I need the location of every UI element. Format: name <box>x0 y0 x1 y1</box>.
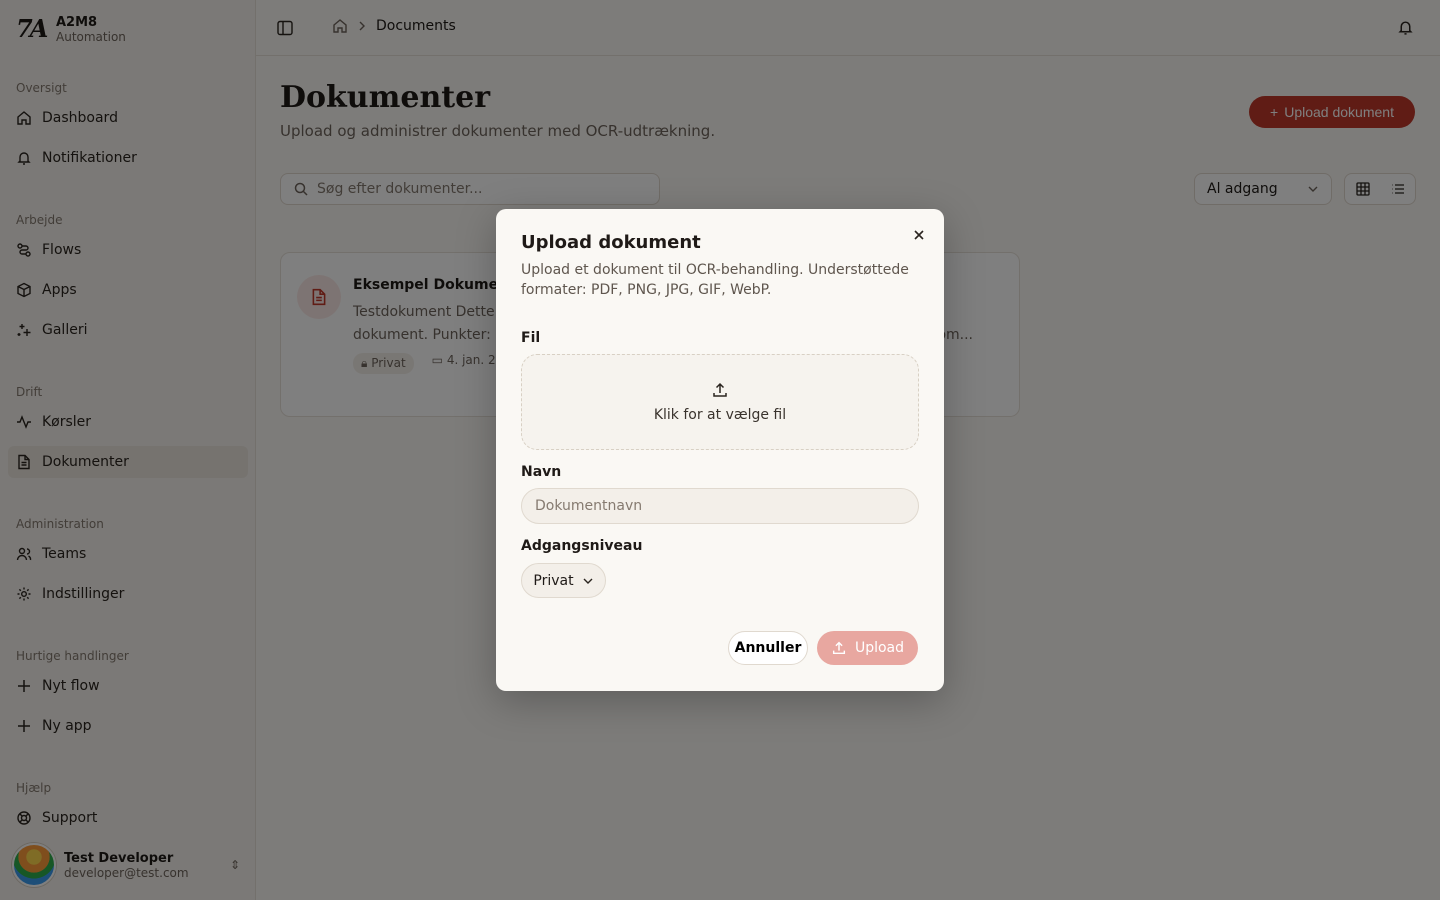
cancel-button[interactable]: Annuller <box>728 631 808 665</box>
dialog-title: Upload dokument <box>521 232 701 253</box>
access-level-value: Privat <box>533 572 574 589</box>
dialog-description: Upload et dokument til OCR-behandling. U… <box>521 262 909 298</box>
upload-icon <box>832 641 846 655</box>
dropzone-text: Klik for at vælge fil <box>653 407 787 423</box>
upload-document-dialog: Upload dokument Upload et dokument til O… <box>496 209 944 691</box>
access-level-select[interactable]: Privat <box>521 563 606 598</box>
chevron-down-icon <box>583 578 593 584</box>
file-dropzone[interactable]: Klik for at vælge fil <box>521 354 919 450</box>
name-label: Navn <box>521 464 562 480</box>
upload-button-label: Upload <box>854 640 905 656</box>
file-label: Fil <box>521 330 541 346</box>
upload-button[interactable]: Upload <box>817 631 918 665</box>
close-icon[interactable] <box>910 226 928 244</box>
upload-icon <box>713 382 727 397</box>
access-level-label: Adgangsniveau <box>521 538 643 554</box>
document-name-input[interactable] <box>521 488 919 524</box>
